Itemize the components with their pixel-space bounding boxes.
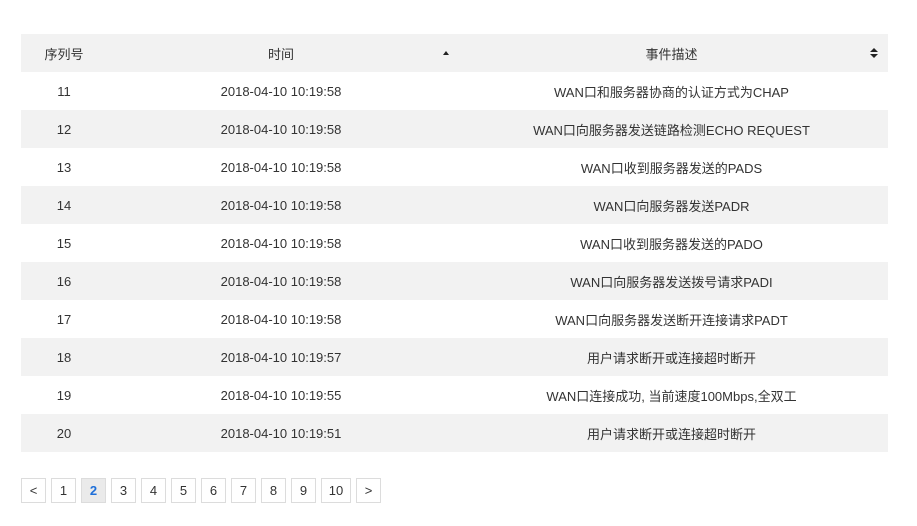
page-button-5[interactable]: 5 xyxy=(171,478,196,503)
column-header-time[interactable]: 时间 xyxy=(107,34,455,72)
table-row: 15 2018-04-10 10:19:58 WAN口收到服务器发送的PADO xyxy=(21,224,888,262)
cell-index: 20 xyxy=(21,414,107,452)
table-row: 20 2018-04-10 10:19:51 用户请求断开或连接超时断开 xyxy=(21,414,888,452)
column-header-description-label: 事件描述 xyxy=(645,46,698,62)
cell-time: 2018-04-10 10:19:51 xyxy=(107,414,455,452)
cell-time: 2018-04-10 10:19:57 xyxy=(107,338,455,376)
table-row: 11 2018-04-10 10:19:58 WAN口和服务器协商的认证方式为CHA… xyxy=(21,72,888,110)
cell-index: 11 xyxy=(57,83,71,99)
event-log-table: 序列号 时间 事件描述 11 2018-04-10 10:19:58 WAN口和服务… xyxy=(21,34,888,452)
cell-index: 19 xyxy=(56,387,72,403)
cell-time: 2018-04-10 10:19:55 xyxy=(220,387,342,403)
cell-index: 12 xyxy=(21,110,107,148)
page-button-3[interactable]: 3 xyxy=(111,478,136,503)
page-button-6[interactable]: 6 xyxy=(201,478,226,503)
cell-description: WAN口和服务器协商的认证方式为CHAP xyxy=(554,84,789,100)
cell-index: 13 xyxy=(56,159,72,175)
table-row: 16 2018-04-10 10:19:58 WAN口向服务器发送拨号请求PADI xyxy=(21,262,888,300)
table-row: 18 2018-04-10 10:19:57 用户请求断开或连接超时断开 xyxy=(21,338,888,376)
page-button-7[interactable]: 7 xyxy=(231,478,256,503)
cell-time: 2018-04-10 10:19:58 xyxy=(220,235,342,251)
cell-time: 2018-04-10 10:19:58 xyxy=(220,83,342,99)
cell-description: WAN口向服务器发送PADR xyxy=(455,186,888,224)
page-button-8[interactable]: 8 xyxy=(261,478,286,503)
prev-page-button[interactable]: < xyxy=(21,478,46,503)
page-button-10[interactable]: 10 xyxy=(321,478,351,503)
table-row: 13 2018-04-10 10:19:58 WAN口收到服务器发送的PADS xyxy=(21,148,888,186)
page-button-9[interactable]: 9 xyxy=(291,478,316,503)
cell-time: 2018-04-10 10:19:58 xyxy=(220,159,342,175)
cell-time: 2018-04-10 10:19:58 xyxy=(107,262,455,300)
cell-index: 15 xyxy=(56,235,72,251)
column-header-time-label: 时间 xyxy=(267,46,294,62)
column-header-index-label: 序列号 xyxy=(44,46,84,62)
column-header-index: 序列号 xyxy=(21,34,107,72)
cell-index: 18 xyxy=(21,338,107,376)
next-page-button[interactable]: > xyxy=(356,478,381,503)
cell-description: WAN口向服务器发送链路检测ECHO REQUEST xyxy=(455,110,888,148)
cell-time: 2018-04-10 10:19:58 xyxy=(107,110,455,148)
table-row: 19 2018-04-10 10:19:55 WAN口连接成功, 当前速度100Mb… xyxy=(21,376,888,414)
cell-description: 用户请求断开或连接超时断开 xyxy=(455,338,888,376)
table-row: 14 2018-04-10 10:19:58 WAN口向服务器发送PADR xyxy=(21,186,888,224)
column-header-description[interactable]: 事件描述 xyxy=(455,34,888,72)
cell-time: 2018-04-10 10:19:58 xyxy=(107,186,455,224)
cell-index: 17 xyxy=(56,311,72,327)
cell-description: WAN口向服务器发送断开连接请求PADT xyxy=(555,312,788,328)
page-button-4[interactable]: 4 xyxy=(141,478,166,503)
cell-index: 14 xyxy=(21,186,107,224)
cell-description: WAN口收到服务器发送的PADO xyxy=(580,236,763,252)
cell-description: WAN口连接成功, 当前速度100Mbps,全双工 xyxy=(546,388,797,404)
table-row: 17 2018-04-10 10:19:58 WAN口向服务器发送断开连接请求PAD… xyxy=(21,300,888,338)
page-button-2[interactable]: 2 xyxy=(81,478,106,503)
pagination: <1 2 3 4 5 6 7 8 9 10 > xyxy=(21,478,381,503)
sort-ascending-icon[interactable] xyxy=(443,51,449,55)
table-header-row: 序列号 时间 事件描述 xyxy=(21,34,888,72)
event-log-table-container: 序列号 时间 事件描述 11 2018-04-10 10:19:58 WAN口和服务… xyxy=(21,34,888,452)
cell-description: 用户请求断开或连接超时断开 xyxy=(455,414,888,452)
cell-index: 16 xyxy=(21,262,107,300)
cell-description: WAN口向服务器发送拨号请求PADI xyxy=(455,262,888,300)
page-button-1[interactable]: 1 xyxy=(51,478,76,503)
cell-description: WAN口收到服务器发送的PADS xyxy=(580,160,763,176)
table-row: 12 2018-04-10 10:19:58 WAN口向服务器发送链路检测ECHO … xyxy=(21,110,888,148)
sort-toggle-icon[interactable] xyxy=(870,48,878,58)
cell-time: 2018-04-10 10:19:58 xyxy=(220,311,342,327)
